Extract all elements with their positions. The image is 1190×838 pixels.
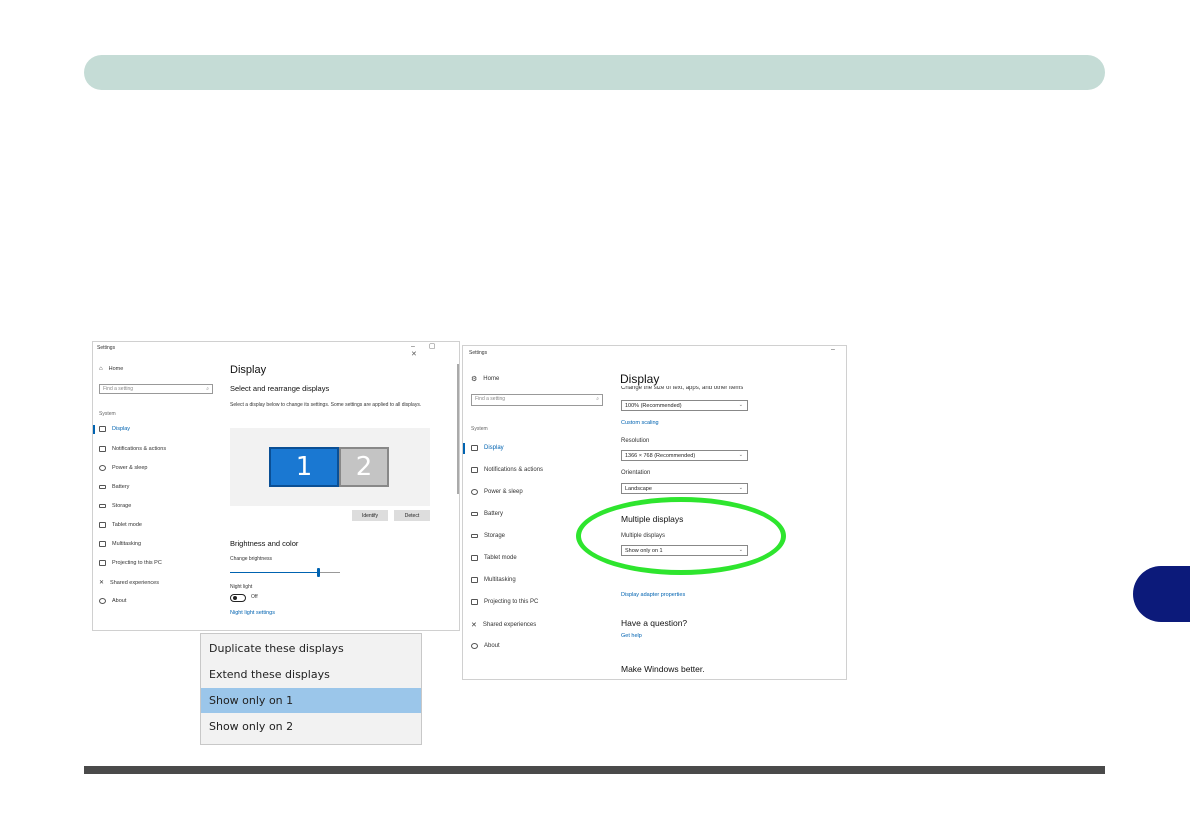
brightness-label: Change brightness — [230, 556, 272, 562]
nav-group-label: System — [471, 426, 488, 432]
search-input[interactable]: Find a setting ⌕ — [99, 384, 213, 394]
search-icon: ⌕ — [206, 386, 209, 392]
window-controls[interactable]: – ▢ ✕ — [411, 342, 459, 358]
page-title: Display — [230, 364, 267, 376]
night-light-settings-link[interactable]: Night light settings — [230, 610, 275, 616]
sidebar-item-power[interactable]: Power & sleep — [471, 489, 523, 495]
battery-icon — [99, 485, 106, 489]
option-duplicate[interactable]: Duplicate these displays — [201, 636, 421, 661]
multiple-displays-dropdown-list: Duplicate these displays Extend these di… — [200, 633, 422, 745]
night-light-label: Night light — [230, 584, 253, 590]
monitor-icon — [471, 445, 478, 451]
resolution-label: Resolution — [621, 438, 650, 444]
window-controls[interactable]: – — [831, 346, 841, 353]
sidebar-item-notifications[interactable]: Notifications & actions — [471, 467, 543, 473]
display-adapter-link[interactable]: Display adapter properties — [621, 592, 685, 598]
power-icon — [471, 489, 478, 495]
sidebar-item-display[interactable]: Display — [99, 426, 130, 432]
sidebar-item-projecting[interactable]: Projecting to this PC — [471, 599, 538, 605]
settings-nav: ⚙ Home Find a setting ⌕ System Display N… — [463, 346, 613, 679]
notification-icon — [471, 467, 478, 473]
brightness-slider-thumb[interactable] — [317, 568, 320, 577]
battery-icon — [471, 512, 478, 516]
display-arrangement-area: 1 2 — [230, 428, 430, 506]
storage-icon — [99, 504, 106, 508]
monitor-icon — [99, 426, 106, 432]
nav-selection-indicator — [93, 425, 95, 434]
nav-home[interactable]: ⌂ Home — [99, 366, 123, 372]
sidebar-item-shared[interactable]: ✕ Shared experiences — [99, 579, 159, 587]
orientation-dropdown[interactable]: Landscape ⌄ — [621, 483, 748, 494]
sidebar-item-notifications[interactable]: Notifications & actions — [99, 446, 166, 452]
brightness-heading: Brightness and color — [230, 539, 299, 548]
shared-icon: ✕ — [471, 622, 477, 629]
monitor-1[interactable]: 1 — [269, 447, 339, 487]
sidebar-item-shared[interactable]: ✕ Shared experiences — [471, 621, 536, 629]
section-heading: Select and rearrange displays — [230, 384, 330, 393]
sidebar-item-battery[interactable]: Battery — [99, 484, 129, 490]
sidebar-item-display[interactable]: Display — [471, 445, 504, 451]
chevron-down-icon: ⌄ — [738, 452, 743, 458]
identify-button[interactable]: Identify — [352, 510, 388, 521]
sidebar-item-storage[interactable]: Storage — [99, 503, 131, 509]
shared-icon: ✕ — [99, 580, 105, 586]
gear-icon: ⚙ — [471, 376, 478, 383]
chevron-down-icon: ⌄ — [738, 402, 743, 408]
search-input[interactable]: Find a setting ⌕ — [471, 394, 603, 406]
search-icon: ⌕ — [596, 396, 599, 402]
orientation-label: Orientation — [621, 470, 651, 476]
sidebar-item-power[interactable]: Power & sleep — [99, 465, 147, 471]
question-heading: Have a question? — [621, 618, 688, 628]
brightness-slider-fill — [230, 572, 318, 573]
chevron-down-icon: ⌄ — [738, 485, 743, 491]
scrollbar[interactable] — [457, 364, 459, 494]
storage-icon — [471, 534, 478, 538]
sidebar-item-about[interactable]: About — [471, 643, 500, 649]
home-icon: ⌂ — [99, 366, 103, 372]
info-icon — [471, 643, 478, 649]
resolution-dropdown[interactable]: 1366 × 768 (Recommended) ⌄ — [621, 450, 748, 461]
option-extend[interactable]: Extend these displays — [201, 662, 421, 687]
monitor-2[interactable]: 2 — [339, 447, 389, 487]
sidebar-item-tablet[interactable]: Tablet mode — [99, 522, 142, 528]
detect-button[interactable]: Detect — [394, 510, 430, 521]
nav-group-label: System — [99, 411, 116, 417]
night-light-state: Off — [251, 594, 258, 600]
sidebar-item-multitasking[interactable]: Multitasking — [99, 541, 141, 547]
multitasking-icon — [99, 541, 106, 547]
night-light-toggle[interactable] — [230, 594, 246, 602]
option-show-only-2[interactable]: Show only on 2 — [201, 714, 421, 739]
page-header-bar — [84, 55, 1105, 90]
feedback-heading: Make Windows better. — [621, 664, 705, 674]
option-show-only-1[interactable]: Show only on 1 — [201, 688, 421, 713]
power-icon — [99, 465, 106, 471]
nav-selection-indicator — [463, 443, 465, 454]
scale-dropdown[interactable]: 100% (Recommended) ⌄ — [621, 400, 748, 411]
tablet-icon — [471, 555, 478, 561]
projector-icon — [99, 560, 106, 566]
nav-home[interactable]: ⚙ Home — [471, 375, 499, 383]
page-footer-rule — [84, 766, 1105, 774]
sidebar-item-storage[interactable]: Storage — [471, 533, 505, 539]
page-title: Display — [620, 372, 660, 386]
sidebar-item-about[interactable]: About — [99, 598, 126, 604]
custom-scaling-link[interactable]: Custom scaling — [621, 420, 659, 426]
chapter-tab — [1133, 566, 1190, 622]
brightness-slider-track[interactable] — [318, 572, 340, 573]
settings-nav: ⌂ Home Find a setting ⌕ System Display N… — [93, 342, 223, 630]
get-help-link[interactable]: Get help — [621, 633, 642, 639]
sidebar-item-battery[interactable]: Battery — [471, 511, 503, 517]
sidebar-item-projecting[interactable]: Projecting to this PC — [99, 560, 162, 566]
settings-window-left: Settings – ▢ ✕ ⌂ Home Find a setting ⌕ S… — [92, 341, 460, 631]
highlight-ellipse — [576, 497, 786, 575]
multitasking-icon — [471, 577, 478, 583]
scale-label: Change the size of text, apps, and other… — [621, 386, 744, 391]
notification-icon — [99, 446, 106, 452]
section-description: Select a display below to change its set… — [230, 402, 422, 408]
info-icon — [99, 598, 106, 604]
projector-icon — [471, 599, 478, 605]
tablet-icon — [99, 522, 106, 528]
sidebar-item-tablet[interactable]: Tablet mode — [471, 555, 517, 561]
sidebar-item-multitasking[interactable]: Multitasking — [471, 577, 516, 583]
